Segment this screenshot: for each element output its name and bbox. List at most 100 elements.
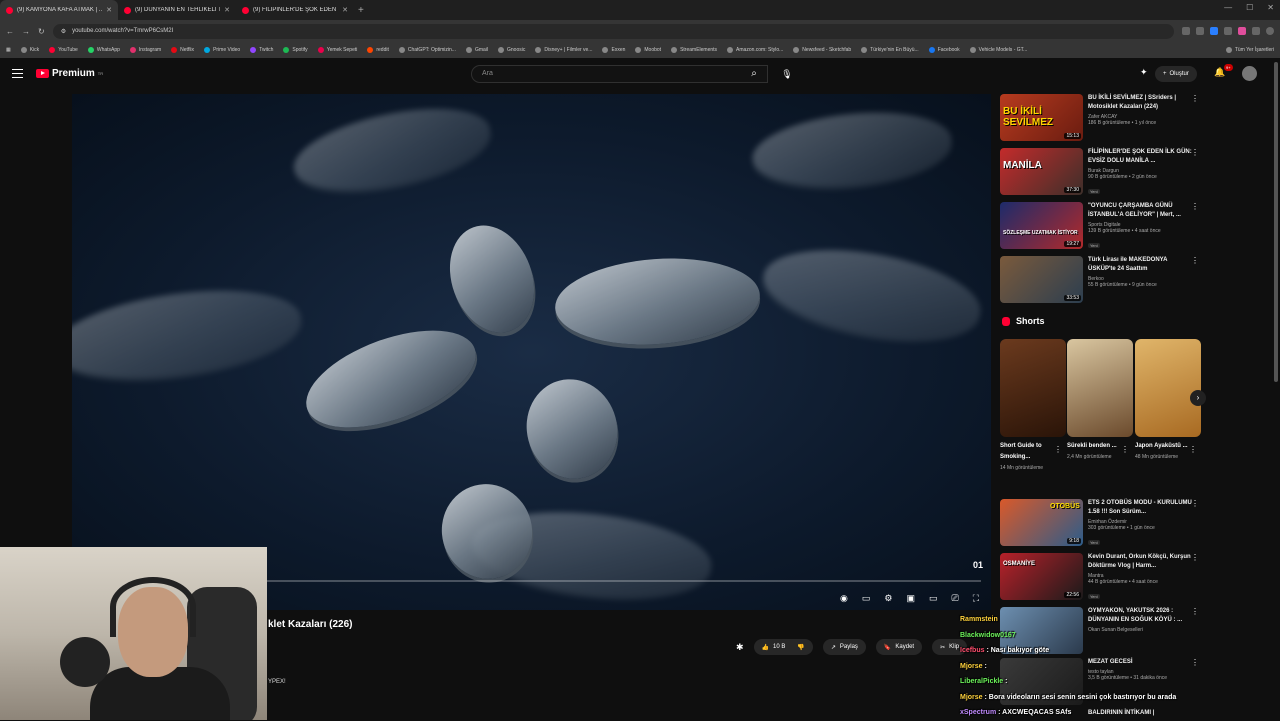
share-button[interactable]: ↗ Paylaş: [822, 639, 866, 655]
recommendation-item[interactable]: 33:53 Türk Lirası ile MAKEDONYA ÜSKÜP'te…: [1000, 256, 1205, 306]
settings-gear-icon[interactable]: ⚙: [884, 593, 892, 604]
bookmark-item[interactable]: Prime Video: [204, 47, 240, 53]
close-window-icon[interactable]: ✕: [1267, 3, 1274, 12]
reload-icon[interactable]: ↻: [38, 27, 45, 36]
like-button[interactable]: 👍 10 B 👎: [753, 639, 813, 655]
subtitles-icon[interactable]: ▭: [862, 593, 871, 604]
apps-icon[interactable]: ▦: [6, 47, 11, 53]
search-icon[interactable]: ⌕: [741, 65, 767, 83]
page-scrollbar[interactable]: [1274, 62, 1278, 382]
recommendation-item[interactable]: OTOBÜS 9:18 ETS 2 OTOBÜS MODU - KURULUMU …: [1000, 499, 1205, 549]
save-button[interactable]: 🔖 Kaydet: [875, 639, 923, 655]
video-title[interactable]: Kevin Durant, Orkun Kökçü, Kurşun Döktür…: [1088, 553, 1193, 571]
browser-tab-2[interactable]: (9) DÜNYANIN EN TEHLİKELİ Ti... ✕: [118, 0, 236, 20]
recommendation-item[interactable]: SÖZLEŞME UZATMAK İSTİYOR 19:27 "OYUNCU ÇA…: [1000, 202, 1205, 252]
video-thumbnail[interactable]: 33:53: [1000, 256, 1083, 303]
theater-mode-icon[interactable]: ▭: [929, 593, 938, 604]
recommendation-item[interactable]: MANİLA 37:30 FİLİPİNLER'DE ŞOK EDEN İLK G…: [1000, 148, 1205, 198]
bookmark-item[interactable]: Exxen: [602, 47, 625, 53]
extension-icon[interactable]: [1224, 27, 1232, 35]
chevron-right-icon[interactable]: ›: [1190, 390, 1206, 406]
bookmark-item[interactable]: ChatGPT: Optimizin...: [398, 47, 456, 53]
new-tab-icon[interactable]: +: [358, 5, 364, 16]
hype-icon[interactable]: ✱: [736, 639, 744, 655]
maximize-icon[interactable]: ☐: [1246, 3, 1253, 12]
bookmark-item[interactable]: Kick: [20, 47, 39, 53]
video-title[interactable]: ETS 2 OTOBÜS MODU - KURULUMU 1.58 !!! So…: [1088, 499, 1193, 517]
cast-icon[interactable]: ✦: [1140, 67, 1148, 78]
video-stats: 55 B görüntüleme • 9 gün önce: [1088, 282, 1157, 288]
bookmark-item[interactable]: Netflix: [171, 47, 194, 53]
video-thumbnail[interactable]: OTOBÜS 9:18: [1000, 499, 1083, 546]
more-options-icon[interactable]: ⋮: [1191, 202, 1199, 211]
bookmark-item[interactable]: Gnoosic: [498, 47, 525, 53]
url-field[interactable]: ⚙ youtube.com/watch?v=TmrwP6CsM2I: [52, 23, 1174, 39]
youtube-premium-logo[interactable]: Premium TR: [36, 68, 103, 79]
channel-name[interactable]: YPEX!: [268, 679, 286, 685]
video-player[interactable]: 01 ◉ ▭ ⚙ ▣ ▭ ⎚ ⛶: [72, 94, 991, 610]
video-title[interactable]: FİLİPİNLER'DE ŞOK EDEN İLK GÜN: EVSİZ DO…: [1088, 148, 1193, 166]
extension-icon[interactable]: [1196, 27, 1204, 35]
video-thumbnail[interactable]: MANİLA 37:30: [1000, 148, 1083, 195]
video-thumbnail[interactable]: BU İKİLİ SEVİLMEZ 15:13: [1000, 94, 1083, 141]
all-bookmarks[interactable]: Tüm Yer İşaretleri: [1225, 47, 1274, 53]
bookmark-item[interactable]: Disney+ | Filmler ve...: [535, 47, 592, 53]
bookmark-item[interactable]: Vehicle Models - GT...: [969, 47, 1027, 53]
bookmark-item[interactable]: Instagram: [129, 47, 161, 53]
bookmark-item[interactable]: Moobot: [635, 47, 661, 53]
bookmark-item[interactable]: Amazon.com: Stylo...: [727, 47, 783, 53]
close-tab-icon[interactable]: ✕: [224, 6, 230, 14]
browser-tab-3[interactable]: (9) FİLİPİNLER'DE ŞOK EDEN İL...✕: [236, 0, 354, 20]
site-info-icon[interactable]: ⚙: [61, 28, 66, 35]
bookmark-item[interactable]: Twitch: [250, 47, 273, 53]
bookmark-item[interactable]: Facebook: [928, 47, 960, 53]
extension-icon[interactable]: [1210, 27, 1218, 35]
more-options-icon[interactable]: ⋮: [1191, 499, 1199, 508]
more-options-icon[interactable]: ⋮: [1191, 553, 1199, 562]
forward-icon[interactable]: →: [22, 27, 30, 36]
bookmark-item[interactable]: reddit: [367, 47, 389, 53]
cast-icon[interactable]: ⎚: [951, 593, 958, 604]
account-avatar[interactable]: [1242, 66, 1257, 81]
more-options-icon[interactable]: ⋮: [1189, 445, 1274, 454]
short-thumbnail[interactable]: [1135, 339, 1201, 437]
extension-icon[interactable]: [1238, 27, 1246, 35]
bookmark-item[interactable]: Türkiye'nin En Büyü...: [861, 47, 919, 53]
back-icon[interactable]: ←: [6, 27, 14, 36]
bookmark-item[interactable]: StreamElements: [671, 47, 717, 53]
create-button[interactable]: + Oluştur: [1155, 66, 1197, 82]
video-title[interactable]: "OYUNCU ÇARŞAMBA GÜNÜ İSTANBUL'A GELİYOR…: [1088, 202, 1193, 220]
video-thumbnail[interactable]: SÖZLEŞME UZATMAK İSTİYOR 19:27: [1000, 202, 1083, 249]
minimize-icon[interactable]: —: [1224, 3, 1232, 12]
search-input[interactable]: Ara: [471, 65, 768, 83]
menu-icon[interactable]: [12, 69, 23, 78]
extension-icon[interactable]: [1252, 27, 1260, 35]
thumbs-down-icon[interactable]: 👎: [797, 644, 804, 651]
short-thumbnail[interactable]: [1067, 339, 1133, 437]
close-tab-icon[interactable]: ✕: [342, 6, 348, 14]
bookmark-item[interactable]: Newsfeed - Sketchfab: [793, 47, 851, 53]
video-thumbnail[interactable]: OSMANİYE 22:56: [1000, 553, 1083, 600]
extension-icon[interactable]: [1182, 27, 1190, 35]
bookmark-item[interactable]: WhatsApp: [87, 47, 120, 53]
microphone-icon[interactable]: 🎙: [780, 65, 794, 83]
bookmark-item[interactable]: Gmail: [465, 47, 488, 53]
video-title[interactable]: BU İKİLİ SEVİLMEZ | SSriders | Motosikle…: [1088, 94, 1193, 112]
short-thumbnail[interactable]: [1000, 339, 1066, 437]
channel-watermark-icon[interactable]: 01: [973, 560, 983, 570]
fullscreen-icon[interactable]: ⛶: [973, 593, 979, 604]
browser-tab-1[interactable]: (9) KAMYONA KAFA ATMAK | ... ✕: [0, 0, 118, 20]
more-options-icon[interactable]: ⋮: [1191, 148, 1199, 157]
close-tab-icon[interactable]: ✕: [106, 6, 112, 14]
autoplay-toggle-icon[interactable]: ◉: [840, 593, 848, 604]
bookmark-item[interactable]: Yemek Sepeti: [317, 47, 357, 53]
miniplayer-icon[interactable]: ▣: [906, 593, 915, 604]
more-options-icon[interactable]: ⋮: [1191, 256, 1199, 265]
bookmark-item[interactable]: YouTube: [49, 47, 78, 53]
bookmark-item[interactable]: Spotify: [283, 47, 308, 53]
more-options-icon[interactable]: ⋮: [1191, 94, 1199, 103]
profile-icon[interactable]: [1266, 27, 1274, 35]
recommendation-item[interactable]: OSMANİYE 22:56 Kevin Durant, Orkun Kökçü,…: [1000, 553, 1205, 603]
video-title[interactable]: Türk Lirası ile MAKEDONYA ÜSKÜP'te 24 Sa…: [1088, 256, 1193, 274]
recommendation-item[interactable]: BU İKİLİ SEVİLMEZ 15:13 BU İKİLİ SEVİLMEZ…: [1000, 94, 1205, 144]
